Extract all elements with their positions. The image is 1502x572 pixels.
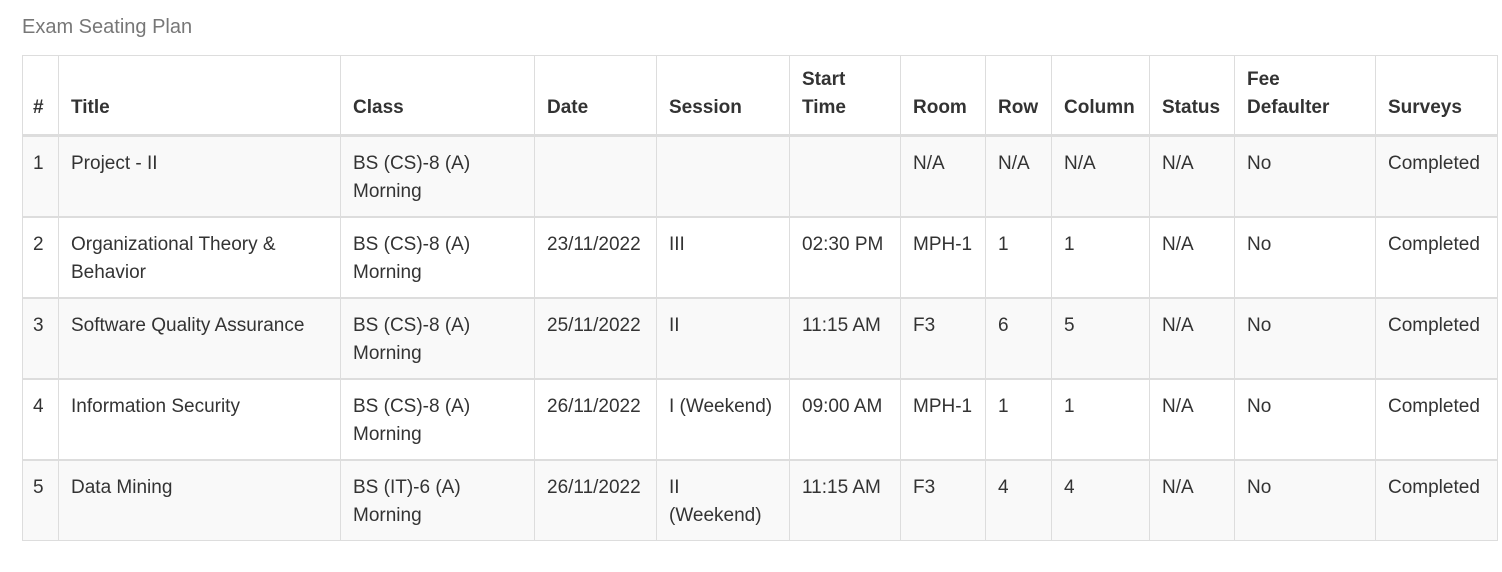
cell-session: II — [656, 297, 790, 379]
cell-number: 3 — [22, 297, 59, 379]
table-row: 1 Project - II BS (CS)-8 (A) Morning N/A… — [22, 135, 1498, 217]
cell-title: Data Mining — [58, 459, 341, 541]
cell-column: 1 — [1051, 378, 1150, 460]
cell-status: N/A — [1149, 216, 1235, 298]
cell-row: 1 — [985, 216, 1052, 298]
cell-title: Organizational Theory & Behavior — [58, 216, 341, 298]
cell-column: 4 — [1051, 459, 1150, 541]
cell-start-time: 11:15 AM — [789, 297, 901, 379]
column-header-status: Status — [1149, 55, 1235, 137]
cell-number: 4 — [22, 378, 59, 460]
cell-fee-defaulter: No — [1234, 378, 1376, 460]
column-header-surveys: Surveys — [1375, 55, 1498, 137]
cell-surveys: Completed — [1375, 135, 1498, 217]
table-row: 5 Data Mining BS (IT)-6 (A) Morning 26/1… — [22, 459, 1498, 541]
table-row: 3 Software Quality Assurance BS (CS)-8 (… — [22, 297, 1498, 379]
column-header-start-time: Start Time — [789, 55, 901, 137]
cell-fee-defaulter: No — [1234, 135, 1376, 217]
cell-number: 1 — [22, 135, 59, 217]
cell-start-time: 11:15 AM — [789, 459, 901, 541]
header-row: # Title Class Date Session Start Time Ro… — [22, 55, 1498, 137]
cell-session — [656, 135, 790, 217]
cell-title: Information Security — [58, 378, 341, 460]
cell-row: 4 — [985, 459, 1052, 541]
cell-date: 23/11/2022 — [534, 216, 657, 298]
cell-column: 5 — [1051, 297, 1150, 379]
column-header-class: Class — [340, 55, 535, 137]
column-header-fee-defaulter: Fee Defaulter — [1234, 55, 1376, 137]
cell-room: MPH-1 — [900, 216, 986, 298]
cell-class: BS (CS)-8 (A) Morning — [340, 135, 535, 217]
cell-row: 1 — [985, 378, 1052, 460]
cell-surveys: Completed — [1375, 378, 1498, 460]
cell-date: 26/11/2022 — [534, 378, 657, 460]
cell-date: 25/11/2022 — [534, 297, 657, 379]
column-header-title: Title — [58, 55, 341, 137]
table-header: # Title Class Date Session Start Time Ro… — [22, 55, 1498, 137]
column-header-number: # — [22, 55, 59, 137]
page-title: Exam Seating Plan — [22, 16, 193, 38]
cell-date: 26/11/2022 — [534, 459, 657, 541]
cell-surveys: Completed — [1375, 216, 1498, 298]
cell-title: Software Quality Assurance — [58, 297, 341, 379]
cell-start-time: 02:30 PM — [789, 216, 901, 298]
cell-status: N/A — [1149, 378, 1235, 460]
cell-surveys: Completed — [1375, 459, 1498, 541]
cell-column: N/A — [1051, 135, 1150, 217]
cell-class: BS (CS)-8 (A) Morning — [340, 297, 535, 379]
cell-class: BS (CS)-8 (A) Morning — [340, 378, 535, 460]
seating-plan-table-container: # Title Class Date Session Start Time Ro… — [22, 55, 1498, 541]
cell-row: N/A — [985, 135, 1052, 217]
cell-start-time — [789, 135, 901, 217]
table-row: 4 Information Security BS (CS)-8 (A) Mor… — [22, 378, 1498, 460]
cell-status: N/A — [1149, 297, 1235, 379]
cell-session: I (Weekend) — [656, 378, 790, 460]
cell-room: N/A — [900, 135, 986, 217]
cell-column: 1 — [1051, 216, 1150, 298]
cell-surveys: Completed — [1375, 297, 1498, 379]
cell-fee-defaulter: No — [1234, 459, 1376, 541]
column-header-date: Date — [534, 55, 657, 137]
column-header-column: Column — [1051, 55, 1150, 137]
cell-room: MPH-1 — [900, 378, 986, 460]
cell-row: 6 — [985, 297, 1052, 379]
cell-session: III — [656, 216, 790, 298]
column-header-room: Room — [900, 55, 986, 137]
cell-room: F3 — [900, 297, 986, 379]
cell-fee-defaulter: No — [1234, 216, 1376, 298]
cell-status: N/A — [1149, 135, 1235, 217]
column-header-row: Row — [985, 55, 1052, 137]
cell-session: II (Weekend) — [656, 459, 790, 541]
cell-class: BS (CS)-8 (A) Morning — [340, 216, 535, 298]
cell-class: BS (IT)-6 (A) Morning — [340, 459, 535, 541]
cell-number: 5 — [22, 459, 59, 541]
cell-date — [534, 135, 657, 217]
column-header-session: Session — [656, 55, 790, 137]
table-row: 2 Organizational Theory & Behavior BS (C… — [22, 216, 1498, 298]
table-body: 1 Project - II BS (CS)-8 (A) Morning N/A… — [22, 135, 1498, 541]
cell-room: F3 — [900, 459, 986, 541]
cell-status: N/A — [1149, 459, 1235, 541]
seating-plan-table: # Title Class Date Session Start Time Ro… — [22, 55, 1498, 541]
cell-fee-defaulter: No — [1234, 297, 1376, 379]
cell-title: Project - II — [58, 135, 341, 217]
cell-start-time: 09:00 AM — [789, 378, 901, 460]
cell-number: 2 — [22, 216, 59, 298]
